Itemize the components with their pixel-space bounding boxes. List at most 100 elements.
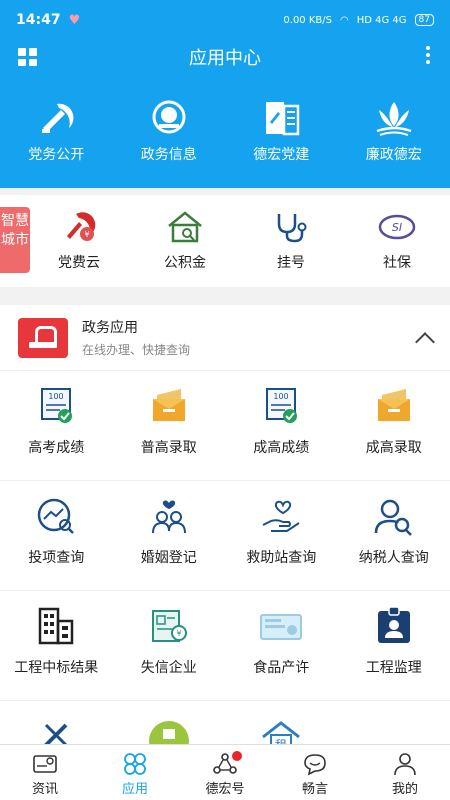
nav-news[interactable]: 资讯 <box>0 745 90 800</box>
tile-gov-info[interactable]: 政务信息 <box>113 98 226 164</box>
app-row: 100 高考成绩 普高录取 100 成高成绩 成高录取 <box>0 371 450 481</box>
nav-dehong-hao[interactable]: 德宏号 <box>180 745 270 800</box>
stethoscope-icon <box>277 214 307 243</box>
smart-item-label: 社保 <box>383 255 411 271</box>
status-time: 14:47 <box>16 12 61 28</box>
tile-label: 党务公开 <box>28 147 85 163</box>
smart-item-label: 挂号 <box>277 255 305 271</box>
tile-clean-gov[interactable]: 廉政德宏 <box>338 98 450 164</box>
app-taxpayer-query[interactable]: 纳税人查询 <box>338 481 450 590</box>
app-food-license[interactable]: 食品产许 <box>225 591 338 700</box>
app-label: 婚姻登记 <box>140 550 197 566</box>
svg-text:100: 100 <box>49 392 64 401</box>
taxpayer-search-icon <box>374 499 412 536</box>
page-title: 应用中心 <box>189 48 261 69</box>
header-area: 14:47 ♥ 0.00 KB/S ◠ HD 4G 4G 87 应用中心 党务公… <box>0 0 450 188</box>
svg-text:¥: ¥ <box>84 230 89 239</box>
gov-apps-section: 政务应用 在线办理、快捷查询 100 高考成绩 普高录取 100 成高成绩 成高… <box>0 305 450 757</box>
app-row: 工程中标结果 ¥ 失信企业 食品产许 工程监理 <box>0 591 450 701</box>
title-bar: 应用中心 <box>0 40 450 74</box>
smart-city-strip: 智慧城市 ¥ 党费云 公积金 挂号 SI 社保 <box>0 195 450 287</box>
tile-label: 德宏党建 <box>253 147 310 163</box>
wifi-icon: ◠ <box>340 14 349 26</box>
app-project-supervision[interactable]: 工程监理 <box>338 591 450 700</box>
smart-item-social-security[interactable]: SI 社保 <box>344 210 450 272</box>
app-label: 纳税人查询 <box>358 550 429 566</box>
nav-chat[interactable]: 畅言 <box>270 745 360 800</box>
app-label: 食品产许 <box>253 660 310 676</box>
nav-label: 我的 <box>391 782 418 797</box>
status-right: 0.00 KB/S ◠ HD 4G 4G 87 <box>283 14 434 26</box>
gov-apps-subtitle: 在线办理、快捷查询 <box>82 343 191 357</box>
investment-search-icon <box>38 498 75 534</box>
app-label: 高考成绩 <box>28 440 85 456</box>
app-adult-exam-score[interactable]: 100 成高成绩 <box>225 371 338 480</box>
network-type: HD 4G 4G <box>356 14 407 26</box>
gov-apps-header[interactable]: 政务应用 在线办理、快捷查询 <box>0 305 450 371</box>
nav-profile[interactable]: 我的 <box>360 745 450 800</box>
nav-label: 畅言 <box>301 782 328 797</box>
svg-text:¥: ¥ <box>176 629 181 638</box>
marriage-icon <box>151 500 186 534</box>
tile-label: 政务信息 <box>140 147 197 163</box>
app-label: 投项查询 <box>28 550 85 566</box>
housing-fund-icon <box>168 211 202 243</box>
grid-menu-icon[interactable] <box>18 48 38 66</box>
notification-badge <box>232 751 242 761</box>
apps-icon <box>124 753 146 775</box>
svg-text:SI: SI <box>392 221 402 234</box>
app-dishonest-enterprises[interactable]: ¥ 失信企业 <box>113 591 226 700</box>
stamp-icon <box>18 317 68 358</box>
exam-score-icon: 100 <box>266 388 298 423</box>
party-fee-icon: ¥ <box>67 212 96 241</box>
smart-item-housing-fund[interactable]: 公积金 <box>132 210 238 272</box>
chevron-up-icon[interactable] <box>415 331 435 352</box>
app-label: 成高录取 <box>365 440 422 456</box>
party-emblem-icon <box>42 103 74 133</box>
smart-item-label: 党费云 <box>58 255 100 271</box>
app-adult-admission[interactable]: 成高录取 <box>338 371 450 480</box>
party-building-book-icon <box>266 102 300 136</box>
app-bid-results[interactable]: 工程中标结果 <box>0 591 113 700</box>
nav-apps[interactable]: 应用 <box>90 745 180 800</box>
chat-icon <box>304 754 326 776</box>
svg-text:100: 100 <box>274 392 289 401</box>
admission-folder-icon <box>377 389 410 421</box>
app-label: 工程中标结果 <box>14 660 99 676</box>
app-aid-station-query[interactable]: 救助站查询 <box>225 481 338 590</box>
admission-folder-icon <box>152 389 185 421</box>
tile-party-building[interactable]: 德宏党建 <box>225 98 338 164</box>
app-marriage-registration[interactable]: 婚姻登记 <box>113 481 226 590</box>
exam-score-icon: 100 <box>41 388 73 423</box>
smart-item-registration[interactable]: 挂号 <box>238 210 344 272</box>
network-speed: 0.00 KB/S <box>283 14 332 26</box>
badge-icon <box>377 606 410 643</box>
news-icon <box>33 755 57 773</box>
tile-label: 廉政德宏 <box>365 147 422 163</box>
app-label: 工程监理 <box>365 660 422 676</box>
more-icon[interactable] <box>426 46 430 64</box>
profile-icon <box>394 753 416 776</box>
bottom-nav: 资讯 应用 德宏号 畅言 我的 <box>0 744 450 800</box>
national-emblem-icon <box>152 100 186 134</box>
battery-icon: 87 <box>414 14 434 26</box>
social-security-icon: SI <box>378 214 416 240</box>
heart-icon: ♥ <box>68 12 81 28</box>
smart-item-party-fee[interactable]: ¥ 党费云 <box>26 210 132 272</box>
app-label: 救助站查询 <box>246 550 317 566</box>
tile-party-affairs[interactable]: 党务公开 <box>0 98 113 164</box>
app-investment-query[interactable]: 投项查询 <box>0 481 113 590</box>
lotus-icon <box>376 102 412 136</box>
app-gaokao-score[interactable]: 100 高考成绩 <box>0 371 113 480</box>
app-high-school-admission[interactable]: 普高录取 <box>113 371 226 480</box>
app-row: 投项查询 婚姻登记 救助站查询 纳税人查询 <box>0 481 450 591</box>
top-tiles: 党务公开 政务信息 德宏党建 廉政德宏 <box>0 98 450 164</box>
status-bar: 14:47 ♥ 0.00 KB/S ◠ HD 4G 4G 87 <box>0 0 450 40</box>
app-label: 普高录取 <box>140 440 197 456</box>
nav-label: 资讯 <box>31 782 58 797</box>
smart-item-label: 公积金 <box>164 255 206 271</box>
gov-apps-title: 政务应用 <box>82 320 138 336</box>
credit-doc-icon: ¥ <box>151 610 187 642</box>
buildings-icon <box>39 607 74 645</box>
food-license-icon <box>260 614 303 640</box>
